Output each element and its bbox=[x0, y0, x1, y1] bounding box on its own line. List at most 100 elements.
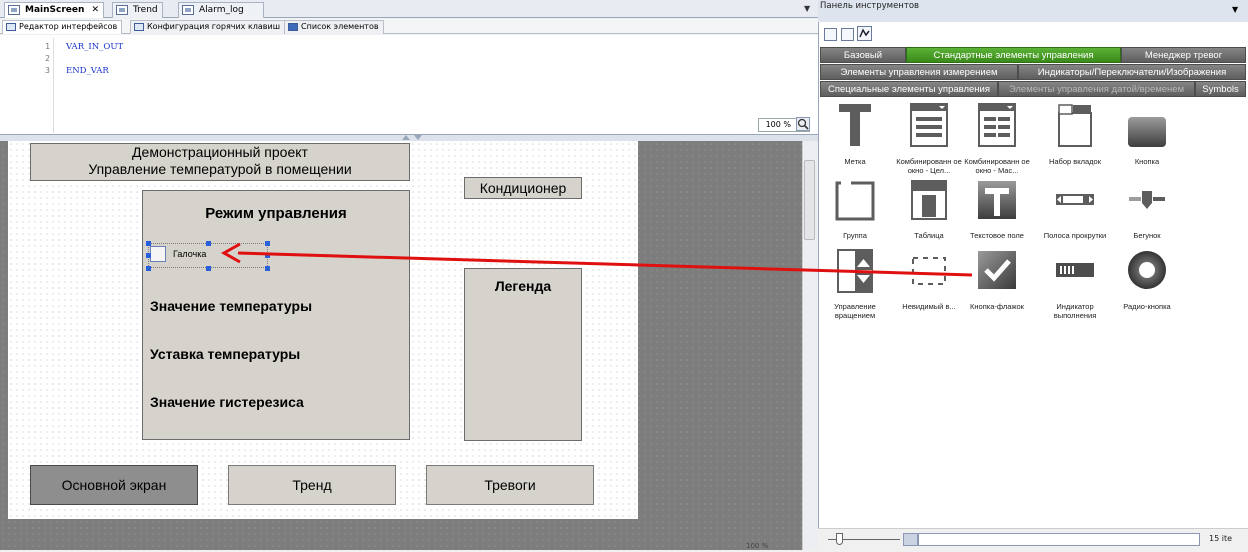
visualization-icon bbox=[8, 5, 20, 15]
tab-hotkeys-config[interactable]: Конфигурация горячих клавиш bbox=[130, 20, 286, 34]
palette-label: Индикатор выполнения bbox=[1053, 302, 1097, 320]
palette-item-scrollbar[interactable]: Полоса прокрутки bbox=[1040, 175, 1110, 255]
palette-item-checkbox[interactable]: Кнопка-флажок bbox=[962, 246, 1032, 326]
table-icon bbox=[911, 180, 947, 220]
palette-item-button[interactable]: Кнопка bbox=[1112, 101, 1182, 181]
combo-int-icon bbox=[910, 103, 948, 147]
resize-handle[interactable] bbox=[146, 253, 151, 258]
alarms-button[interactable]: Тревоги bbox=[426, 465, 594, 505]
palette-label: Бегунок bbox=[1133, 231, 1161, 240]
spin-control-icon bbox=[837, 249, 873, 293]
control-mode-title: Режим управления bbox=[205, 205, 347, 222]
category-datetime-controls[interactable]: Элементы управления датой/временем bbox=[998, 81, 1195, 97]
palette-label: Метка bbox=[844, 157, 866, 166]
palette-label: Группа bbox=[843, 231, 867, 240]
tabs-dropdown-icon[interactable]: ▼ bbox=[804, 4, 810, 13]
palette-item-group[interactable]: Группа bbox=[820, 175, 890, 255]
palette-item-tab-control[interactable]: Набор вкладок bbox=[1040, 101, 1110, 181]
title-rectangle[interactable]: Демонстрационный проект Управление темпе… bbox=[30, 143, 410, 181]
palette-label: Невидимый в... bbox=[902, 302, 956, 311]
toolbox-search-input[interactable] bbox=[918, 533, 1200, 546]
palette-item-combo-int[interactable]: Комбинированн ое окно - Цел... bbox=[894, 101, 964, 181]
trend-button[interactable]: Тренд bbox=[228, 465, 396, 505]
resize-handle[interactable] bbox=[265, 266, 270, 271]
palette-item-label[interactable]: Метка bbox=[820, 101, 890, 181]
visualization-icon bbox=[182, 5, 194, 15]
tab-label: Редактор интерфейсов bbox=[19, 22, 118, 31]
palette-label: Текстовое поле bbox=[970, 231, 1024, 240]
document-tab-strip: MainScreen ✕ Trend Alarm_log bbox=[0, 0, 818, 18]
resize-handle[interactable] bbox=[265, 241, 270, 246]
category-special-controls[interactable]: Специальные элементы управления bbox=[820, 81, 998, 97]
category-row: Специальные элементы управления Элементы… bbox=[818, 81, 1248, 98]
category-symbols[interactable]: Symbols bbox=[1195, 81, 1246, 97]
hysteresis-value-label: Значение гистерезиса bbox=[150, 394, 304, 410]
line-number: 2 bbox=[45, 54, 50, 63]
toolbox-view-icon[interactable] bbox=[824, 28, 837, 41]
progress-bar-icon bbox=[1056, 263, 1094, 277]
editor-sub-tabs: Редактор интерфейсов Конфигурация горячи… bbox=[0, 19, 818, 34]
palette-label: Комбинированн ое окно - Мас... bbox=[964, 157, 1030, 175]
category-measurement-controls[interactable]: Элементы управления измерением bbox=[820, 64, 1018, 80]
item-count: 15 ite bbox=[1209, 534, 1233, 543]
radio-button-icon bbox=[1128, 251, 1166, 289]
toolbox-title: Панель инструментов bbox=[818, 0, 1248, 22]
category-indicators[interactable]: Индикаторы/Переключатели/Изображения bbox=[1018, 64, 1246, 80]
close-icon[interactable]: ✕ bbox=[92, 5, 100, 15]
tab-trend[interactable]: Trend bbox=[112, 2, 163, 18]
visualization-icon bbox=[116, 5, 128, 15]
search-icon[interactable] bbox=[903, 533, 918, 546]
canvas-zoom-readout: 100 % bbox=[746, 542, 769, 550]
palette-item-table[interactable]: Таблица bbox=[894, 175, 964, 255]
category-basic[interactable]: Базовый bbox=[820, 47, 906, 63]
resize-handle[interactable] bbox=[265, 253, 270, 258]
project-title: Демонстрационный проект bbox=[132, 144, 308, 160]
group-icon bbox=[835, 180, 875, 221]
selection-rectangle bbox=[148, 243, 268, 268]
tab-label: Конфигурация горячих клавиш bbox=[147, 22, 281, 31]
splitter-grip-icon[interactable] bbox=[400, 135, 424, 140]
tab-mainscreen[interactable]: MainScreen ✕ bbox=[4, 2, 105, 18]
resize-handle[interactable] bbox=[206, 241, 211, 246]
checkbox-icon bbox=[978, 251, 1016, 289]
palette-label: Комбинированн ое окно - Цел... bbox=[896, 157, 962, 175]
palette-item-progress-bar[interactable]: Индикатор выполнения bbox=[1040, 246, 1110, 326]
chevron-down-icon[interactable]: ▼ bbox=[1232, 5, 1238, 14]
tab-label: MainScreen bbox=[25, 5, 85, 15]
invisible-input-icon bbox=[912, 257, 946, 285]
palette-item-radio-button[interactable]: Радио-кнопка bbox=[1112, 246, 1182, 326]
code-line[interactable]: VAR_IN_OUT bbox=[66, 42, 123, 52]
palette-item-slider[interactable]: Бегунок bbox=[1112, 175, 1182, 255]
line-number: 3 bbox=[45, 66, 50, 75]
zoom-icon[interactable] bbox=[796, 117, 810, 131]
palette-item-spin-control[interactable]: Управление вращением bbox=[820, 246, 890, 326]
palette-label: Радио-кнопка bbox=[1123, 302, 1171, 311]
slider-icon bbox=[1129, 191, 1165, 209]
palette-item-invisible-input[interactable]: Невидимый в... bbox=[894, 246, 964, 326]
scrollbar-icon bbox=[1056, 194, 1094, 205]
palette-item-text-field[interactable]: Текстовое поле bbox=[962, 175, 1032, 255]
checkbox-element[interactable] bbox=[150, 246, 166, 262]
scrollbar-thumb[interactable] bbox=[804, 160, 815, 240]
code-line[interactable]: END_VAR bbox=[66, 66, 109, 76]
main-screen-button[interactable]: Основной экран bbox=[30, 465, 198, 505]
legend-title: Легенда bbox=[494, 278, 552, 294]
zoom-value: 100 % bbox=[765, 120, 791, 129]
tab-alarm-log[interactable]: Alarm_log bbox=[178, 2, 264, 18]
category-alarm-manager[interactable]: Менеджер тревог bbox=[1121, 47, 1246, 63]
air-conditioner-label[interactable]: Кондиционер bbox=[464, 177, 582, 199]
palette-item-combo-array[interactable]: Комбинированн ое окно - Мас... bbox=[962, 101, 1032, 181]
tab-element-list[interactable]: Список элементов bbox=[284, 20, 384, 34]
resize-handle[interactable] bbox=[146, 266, 151, 271]
toolbox-layout-icon[interactable] bbox=[857, 26, 872, 41]
combo-array-icon bbox=[978, 103, 1016, 147]
category-row: Базовый Стандартные элементы управления … bbox=[818, 47, 1248, 64]
toolbox-list-icon[interactable] bbox=[841, 28, 854, 41]
icon-size-slider-knob[interactable] bbox=[836, 533, 843, 545]
tab-interface-editor[interactable]: Редактор интерфейсов bbox=[2, 20, 123, 34]
resize-handle[interactable] bbox=[206, 266, 211, 271]
temperature-value-label: Значение температуры bbox=[150, 298, 313, 314]
category-standard-controls[interactable]: Стандартные элементы управления bbox=[906, 47, 1121, 63]
palette-label: Управление вращением bbox=[834, 302, 876, 320]
resize-handle[interactable] bbox=[146, 241, 151, 246]
